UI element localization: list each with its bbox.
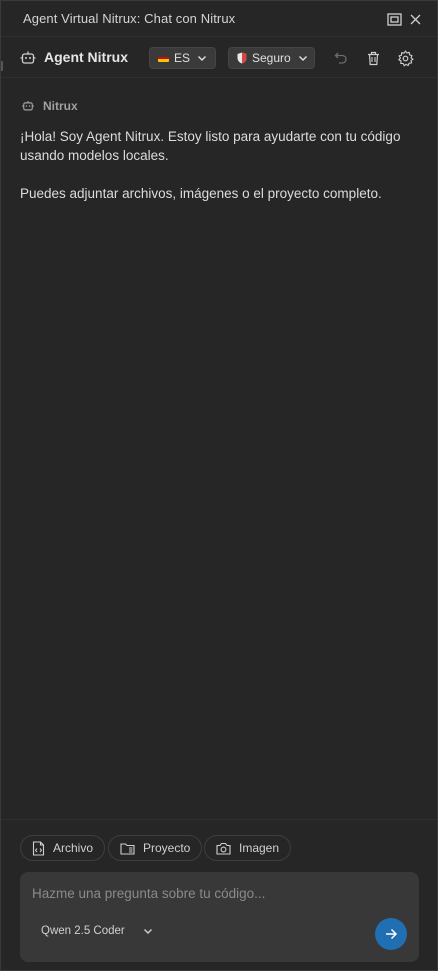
attach-file-button[interactable]: Archivo [20,835,106,861]
close-icon[interactable] [406,10,424,28]
model-select[interactable]: Qwen 2.5 Coder [41,925,153,937]
arrow-right-icon [386,928,398,940]
prompt-input[interactable] [32,882,402,904]
spain-flag-icon [158,54,169,62]
chevron-down-icon [298,56,307,61]
robot-icon [22,100,34,111]
message-author-name: Nitrux [43,99,78,113]
model-value: Qwen 2.5 Coder [41,925,125,937]
message-author: Nitrux [21,99,78,113]
folder-icon [120,842,135,855]
robot-icon [19,49,37,67]
language-select[interactable]: ES [149,47,216,69]
mode-select[interactable]: Seguro [228,47,315,69]
title-bar: Agent Virtual Nitrux: Chat con Nitrux [1,1,437,37]
send-button[interactable] [375,918,407,950]
composer-area: Archivo Proyecto Imagen Qwen 2.5 Coder [1,819,437,971]
composer-box: Qwen 2.5 Coder [20,872,419,962]
attach-project-label: Proyecto [143,841,191,855]
attach-file-label: Archivo [53,841,94,855]
chevron-down-icon [143,929,152,934]
chat-window: Agent Virtual Nitrux: Chat con Nitrux Ag… [0,0,438,971]
attach-image-label: Imagen [239,841,280,855]
chat-messages: Nitrux ¡Hola! Soy Agent Nitrux. Estoy li… [1,79,437,819]
chat-header: Agent Nitrux ES Seguro [1,38,437,78]
maximize-icon[interactable] [385,10,403,28]
language-value: ES [174,51,191,65]
attach-image-button[interactable]: Imagen [204,835,292,861]
mode-value: Seguro [252,51,291,65]
file-code-icon [32,840,45,856]
message-body: ¡Hola! Soy Agent Nitrux. Estoy listo par… [20,127,420,222]
message-paragraph: Puedes adjuntar archivos, imágenes o el … [20,186,382,201]
trash-icon[interactable] [363,48,383,68]
attach-project-button[interactable]: Proyecto [108,835,203,861]
window-title: Agent Virtual Nitrux: Chat con Nitrux [23,11,236,26]
agent-name: Agent Nitrux [44,49,128,65]
gear-icon[interactable] [395,48,415,68]
chevron-down-icon [198,56,207,61]
undo-icon[interactable] [331,48,351,68]
edge-divider [1,61,3,71]
shield-icon [237,52,247,64]
message-paragraph: ¡Hola! Soy Agent Nitrux. Estoy listo par… [20,129,401,163]
camera-icon [216,842,231,855]
